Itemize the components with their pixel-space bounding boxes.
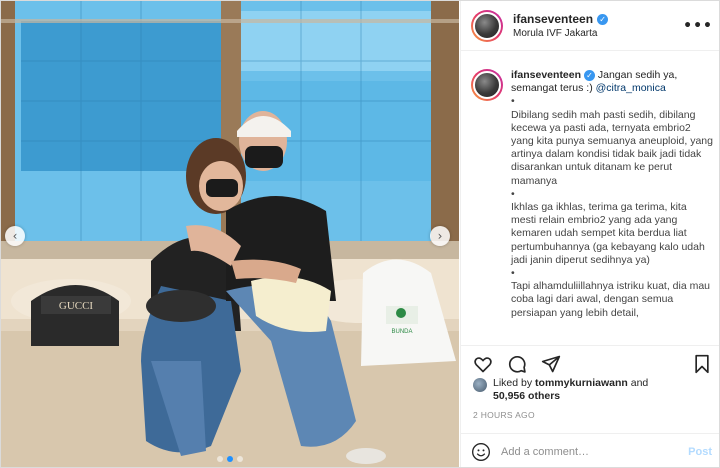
carousel-dot	[217, 456, 223, 462]
carousel-dot-active	[227, 456, 233, 462]
likes-summary: Liked by tommykurniawann and 50,956 othe…	[473, 377, 648, 403]
share-button[interactable]	[539, 352, 563, 376]
photo-illustration: GUCCI BUNDA	[1, 1, 459, 467]
comment-button[interactable]	[505, 352, 529, 376]
post-timestamp[interactable]: 2 HOURS AGO	[473, 410, 535, 420]
likes-count-link[interactable]: 50,956 others	[493, 390, 560, 402]
heart-icon	[474, 356, 492, 372]
caption-paragraph-1: Dibilang sedih mah pasti sedih, dibilang…	[511, 108, 713, 187]
chevron-right-icon: ›	[437, 229, 443, 243]
comment-bar: Post	[461, 433, 719, 467]
chevron-left-icon: ‹	[12, 229, 18, 243]
caption-avatar[interactable]	[471, 69, 503, 101]
save-button[interactable]	[690, 352, 714, 376]
more-options-icon[interactable]: •••	[683, 18, 713, 34]
share-icon	[541, 355, 561, 372]
carousel-next-button[interactable]: ›	[430, 226, 450, 246]
carousel-dots	[1, 456, 459, 462]
bag-logo-text: GUCCI	[59, 300, 94, 312]
profile-avatar[interactable]	[471, 9, 503, 42]
bookmark-icon	[695, 354, 709, 373]
likes-prefix: Liked by	[493, 377, 533, 389]
like-button[interactable]	[471, 352, 495, 376]
comment-icon	[508, 355, 526, 373]
liker-avatar[interactable]	[473, 378, 487, 392]
post-side-panel: ifanseventeen ✓ Morula IVF Jakarta ••• i…	[460, 1, 719, 467]
caption-bullet: •	[511, 95, 515, 108]
caption-bullet: •	[511, 187, 515, 200]
caption-text: ifanseventeen ✓ Jangan sedih ya, semanga…	[511, 69, 714, 343]
username-link[interactable]: ifanseventeen	[513, 12, 593, 26]
instagram-post-frame: GUCCI BUNDA ‹ › ifanseventeen ✓ Morula I…	[0, 0, 720, 468]
verified-badge-icon: ✓	[583, 70, 595, 82]
likes-and: and	[630, 377, 649, 389]
caption-paragraph-2: Ikhlas ga ikhlas, terima ga terima, kita…	[511, 201, 705, 266]
caption-paragraph-3: Tapi alhamduliillahnya istriku kuat, dia…	[511, 280, 711, 319]
post-photo[interactable]: GUCCI BUNDA ‹ ›	[1, 1, 459, 467]
emoji-icon	[472, 442, 490, 461]
emoji-button[interactable]	[471, 442, 491, 462]
comment-input[interactable]	[501, 445, 689, 458]
caption-mention-link[interactable]: @citra_monica	[596, 82, 666, 94]
caption-bullet: •	[511, 267, 515, 280]
location-link[interactable]: Morula IVF Jakarta	[513, 28, 683, 39]
carousel-prev-button[interactable]: ‹	[5, 226, 25, 246]
caption-area: ifanseventeen ✓ Jangan sedih ya, semanga…	[461, 59, 719, 343]
caption-username[interactable]: ifanseventeen	[511, 69, 581, 81]
post-comment-button[interactable]: Post	[688, 446, 712, 458]
carousel-dot	[237, 456, 243, 462]
action-bar	[461, 345, 719, 377]
post-header: ifanseventeen ✓ Morula IVF Jakarta •••	[461, 1, 719, 51]
shopping-bag-text: BUNDA	[391, 329, 412, 335]
liker-username-link[interactable]: tommykurniawann	[535, 377, 628, 389]
verified-badge-icon: ✓	[597, 13, 609, 25]
